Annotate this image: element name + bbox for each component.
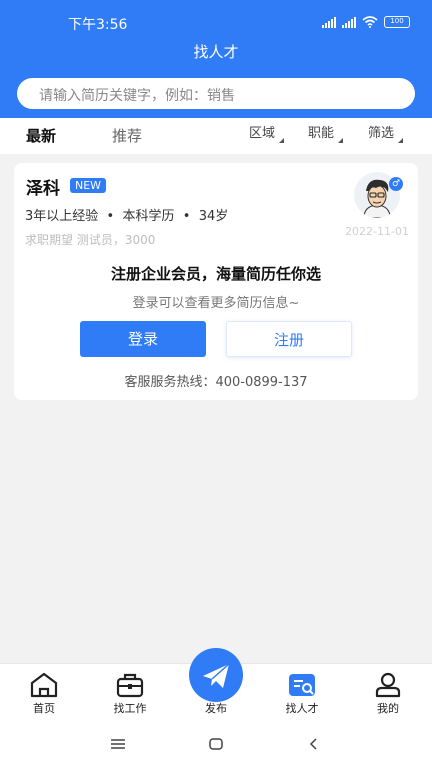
- tabbar-label-publish: 发布: [205, 702, 227, 715]
- filter-region[interactable]: 区域: [249, 122, 285, 143]
- user-icon: [375, 672, 401, 698]
- candidate-expectation: 求职期望 测试员，3000: [25, 233, 156, 247]
- briefcase-icon: [116, 673, 144, 698]
- candidate-name: 泽科: [26, 179, 60, 199]
- new-badge: NEW: [70, 178, 107, 193]
- filter-more[interactable]: 筛选: [368, 122, 404, 143]
- register-button[interactable]: 注册: [226, 321, 352, 357]
- header-bar: 下午3:56 100 找人才 请输入简历关键字，例如：销售: [0, 0, 432, 118]
- menu-icon[interactable]: [110, 737, 126, 751]
- search-placeholder: 请输入简历关键字，例如：销售: [39, 88, 235, 104]
- system-nav-bar: [0, 725, 432, 768]
- talent-search-icon: [289, 674, 315, 696]
- signal-icon: [342, 16, 356, 28]
- candidate-info: 3年以上经验 • 本科学历 • 34岁: [25, 205, 228, 224]
- tabbar-label-home: 首页: [33, 702, 55, 715]
- tab-recommended[interactable]: 推荐: [112, 125, 142, 146]
- tabbar-item-home[interactable]: 首页: [1, 664, 87, 726]
- triangle-icon: [279, 138, 285, 143]
- wifi-icon: [362, 16, 378, 28]
- filter-function-label: 职能: [308, 126, 335, 141]
- signal-icon: [322, 16, 336, 28]
- candidate-date: 2022-11-01: [345, 225, 409, 238]
- tabbar-item-mine[interactable]: 我的: [345, 664, 431, 726]
- prompt-subtitle: 登录可以查看更多简历信息~: [132, 296, 300, 311]
- separator-dot: •: [102, 209, 123, 224]
- search-input[interactable]: 请输入简历关键字，例如：销售: [17, 78, 415, 109]
- candidate-education: 本科学历: [122, 209, 175, 224]
- page-title: 找人才: [193, 43, 239, 61]
- home-icon: [30, 672, 58, 698]
- home-square-icon[interactable]: [208, 737, 224, 751]
- candidate-card[interactable]: 泽科 NEW 3年以上经验 • 本科学历 • 34岁 求职期望 测试员，3000…: [14, 163, 418, 400]
- male-icon: ♂: [389, 177, 403, 191]
- tab-latest[interactable]: 最新: [26, 125, 56, 146]
- prompt-title: 注册企业会员，海量简历任你选: [110, 265, 321, 283]
- tabbar-item-talent[interactable]: 找人才: [259, 664, 345, 726]
- tabbar-label-jobs: 找工作: [113, 702, 147, 715]
- triangle-icon: [338, 138, 344, 143]
- tabbar-label-mine: 我的: [377, 702, 399, 715]
- candidate-experience: 3年以上经验: [25, 209, 99, 224]
- triangle-icon: [398, 138, 404, 143]
- status-bar: 下午3:56 100: [0, 10, 432, 36]
- login-button[interactable]: 登录: [80, 321, 206, 357]
- publish-button[interactable]: [189, 648, 243, 702]
- filter-function[interactable]: 职能: [308, 122, 344, 143]
- candidate-age: 34岁: [198, 209, 229, 224]
- filter-region-label: 区域: [249, 126, 276, 141]
- status-time: 下午3:56: [68, 17, 128, 33]
- tabbar-label-talent: 找人才: [285, 702, 319, 715]
- back-icon[interactable]: [306, 737, 322, 751]
- filter-more-label: 筛选: [368, 126, 395, 141]
- status-icons: 100: [322, 16, 410, 28]
- tab-bar: 最新 推荐 区域 职能 筛选: [0, 118, 432, 154]
- battery-icon: 100: [384, 16, 410, 28]
- tabbar-item-jobs[interactable]: 找工作: [87, 664, 173, 726]
- separator-dot: •: [178, 209, 199, 224]
- service-hotline: 客服服务热线：400-0899-137: [124, 375, 308, 390]
- paper-plane-icon: [203, 663, 230, 688]
